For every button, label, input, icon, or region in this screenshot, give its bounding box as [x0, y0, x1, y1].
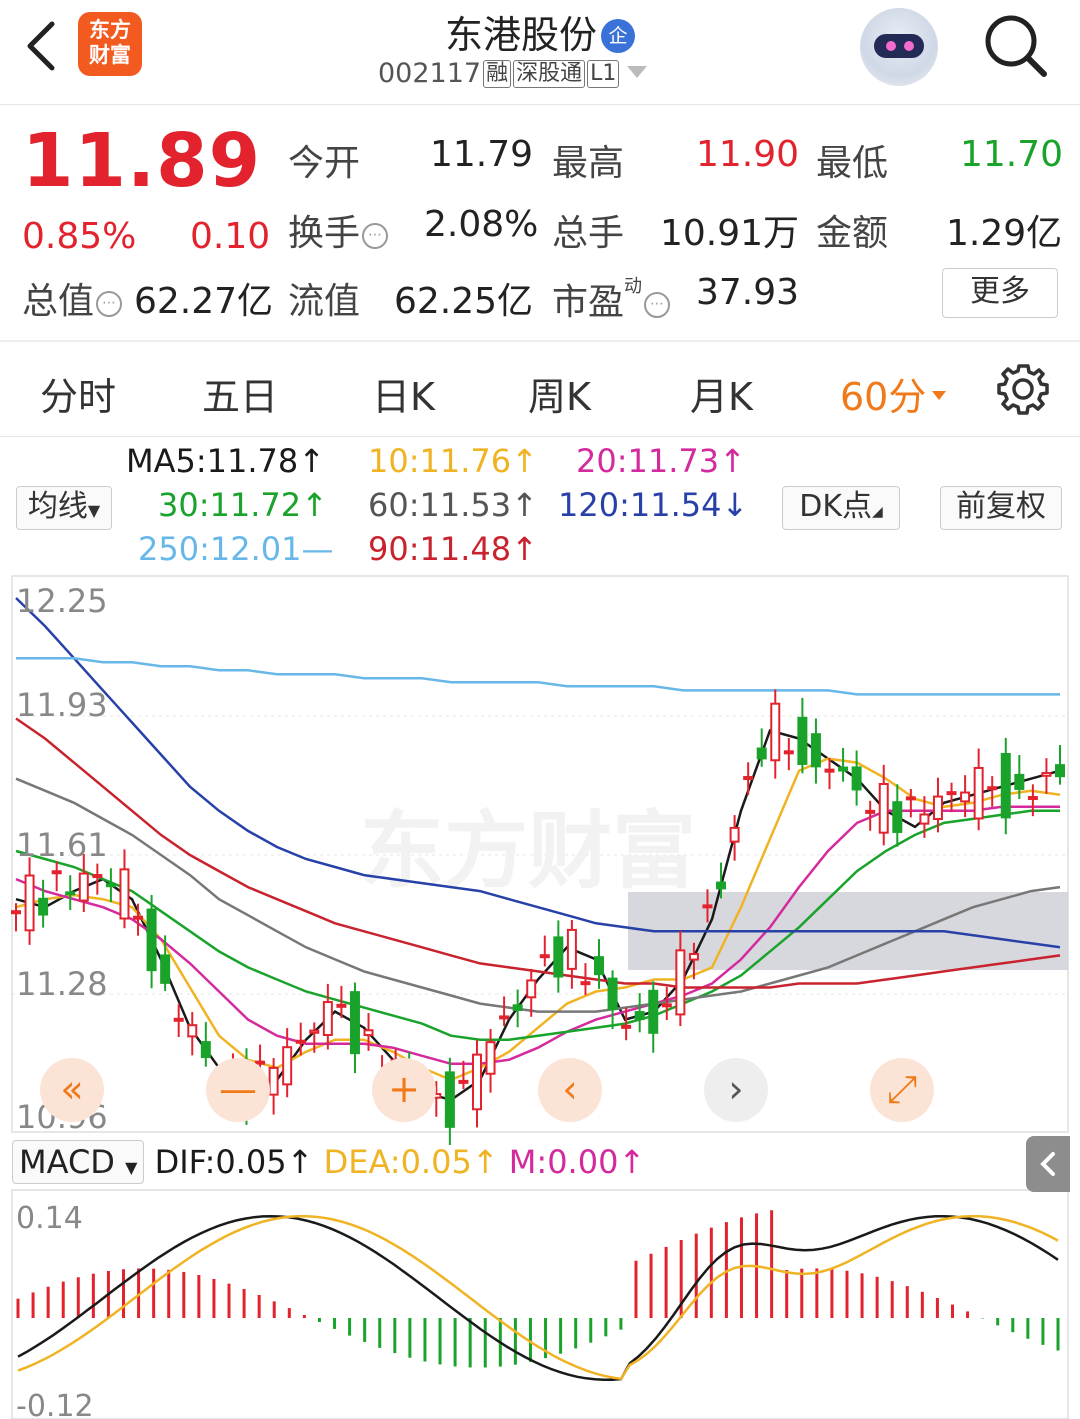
candle-body — [268, 1066, 279, 1096]
candle-body — [78, 872, 89, 902]
candle-body — [200, 1041, 211, 1059]
candle-body — [878, 782, 889, 834]
candle-body — [499, 1015, 510, 1020]
candle-body — [309, 1029, 320, 1034]
indicator-name: MACD — [19, 1143, 115, 1181]
zoom-out-icon[interactable]: — — [206, 1058, 270, 1122]
candle-body — [51, 870, 62, 875]
candle-body — [973, 766, 984, 820]
m-value: M:0.00↑ — [508, 1143, 646, 1181]
candle-body — [363, 1029, 374, 1037]
candle-body — [255, 1060, 266, 1065]
candle-body — [688, 952, 699, 961]
candle-body — [146, 908, 157, 972]
candle-body — [729, 826, 740, 843]
fullscreen-icon[interactable]: ⤢ — [870, 1058, 934, 1122]
caret-down-icon: ▼ — [125, 1158, 138, 1177]
candle-body — [65, 891, 76, 896]
candle-body — [349, 991, 360, 1055]
candle-body — [960, 791, 971, 803]
candle-body — [892, 801, 903, 833]
candle-body — [756, 747, 767, 760]
candle-body — [783, 750, 794, 755]
chevron-left-icon — [1040, 1152, 1055, 1176]
candle-body — [282, 1046, 293, 1086]
candle-body — [594, 956, 605, 976]
candle-body — [133, 915, 144, 920]
zoom-in-icon[interactable]: + — [372, 1058, 436, 1122]
candle-body — [471, 1053, 482, 1111]
candle-body — [11, 910, 21, 915]
y-tick-label: 11.61 — [16, 826, 108, 864]
candle-body — [716, 881, 727, 890]
candle-body — [838, 766, 849, 772]
candle-body — [580, 981, 591, 986]
candle-body — [797, 716, 808, 765]
candle-body — [946, 791, 957, 796]
candle-body — [987, 786, 998, 791]
chevron-left-icon[interactable]: ‹ — [538, 1058, 602, 1122]
macd-y-tick: 0.14 — [16, 1201, 83, 1236]
candle-body — [770, 702, 781, 762]
candle-body — [743, 776, 754, 781]
candle-body — [187, 1024, 198, 1038]
candle-body — [24, 874, 35, 932]
macd-header: MACD ▼ DIF:0.05↑ DEA:0.05↑ M:0.00↑ — [12, 1140, 645, 1186]
dif-line — [17, 1214, 1059, 1382]
candle-body — [607, 977, 618, 1011]
candle-body — [905, 796, 916, 801]
candle-body — [634, 1011, 645, 1021]
candle-body — [526, 979, 537, 999]
candle-body — [160, 954, 171, 984]
candle-body — [1027, 796, 1038, 801]
candle-body — [553, 936, 564, 978]
candle-body — [648, 989, 659, 1034]
candle-body — [38, 897, 49, 916]
candle-body — [675, 949, 686, 1016]
macd-y-tick: -0.12 — [16, 1389, 94, 1419]
candle-body — [485, 1041, 496, 1075]
candle-body — [1055, 764, 1065, 778]
candle-body — [458, 1079, 469, 1084]
chevron-right-icon[interactable]: › — [704, 1058, 768, 1122]
dea-value: DEA:0.05↑ — [323, 1143, 499, 1181]
candle-body — [621, 1024, 632, 1029]
candle-body — [919, 813, 930, 825]
collapse-panel-button[interactable] — [1026, 1136, 1070, 1192]
candle-body — [92, 874, 103, 879]
candle-body — [295, 1039, 306, 1044]
kline-chart[interactable]: 东方财富 12.25 11.93 11.61 11.28 10.96 0.14 … — [0, 0, 1080, 1419]
macd-lines — [17, 1214, 1059, 1382]
candle-body — [1041, 772, 1052, 777]
candle-body — [336, 1003, 347, 1008]
macd-frame — [11, 1189, 1069, 1419]
candle-body — [1000, 753, 1011, 819]
candle-body — [512, 1004, 523, 1011]
candle-body — [865, 809, 876, 814]
candle-body — [105, 883, 116, 888]
y-tick-label: 11.93 — [16, 686, 108, 724]
candle-body — [702, 904, 713, 909]
ma250-line — [16, 656, 1060, 696]
watermark: 东方财富 — [360, 802, 696, 900]
candle-body — [322, 1001, 333, 1036]
indicator-selector[interactable]: MACD ▼ — [12, 1140, 145, 1184]
candle-body — [119, 868, 130, 920]
dea-line — [17, 1214, 1059, 1381]
candle-body — [932, 795, 943, 821]
candle-body — [810, 733, 821, 768]
candle-body — [539, 954, 550, 959]
candle-body — [851, 766, 862, 791]
candle-body — [661, 1003, 672, 1008]
candle-body — [173, 1017, 184, 1022]
y-tick-label: 12.25 — [16, 582, 108, 620]
y-tick-label: 11.28 — [16, 965, 108, 1003]
dif-value: DIF:0.05↑ — [154, 1143, 314, 1181]
candle-body — [1014, 773, 1025, 790]
rewind-fast-icon[interactable]: « — [40, 1058, 104, 1122]
candle-body — [824, 768, 835, 773]
candle-body — [566, 928, 577, 970]
candle-body — [444, 1071, 455, 1128]
